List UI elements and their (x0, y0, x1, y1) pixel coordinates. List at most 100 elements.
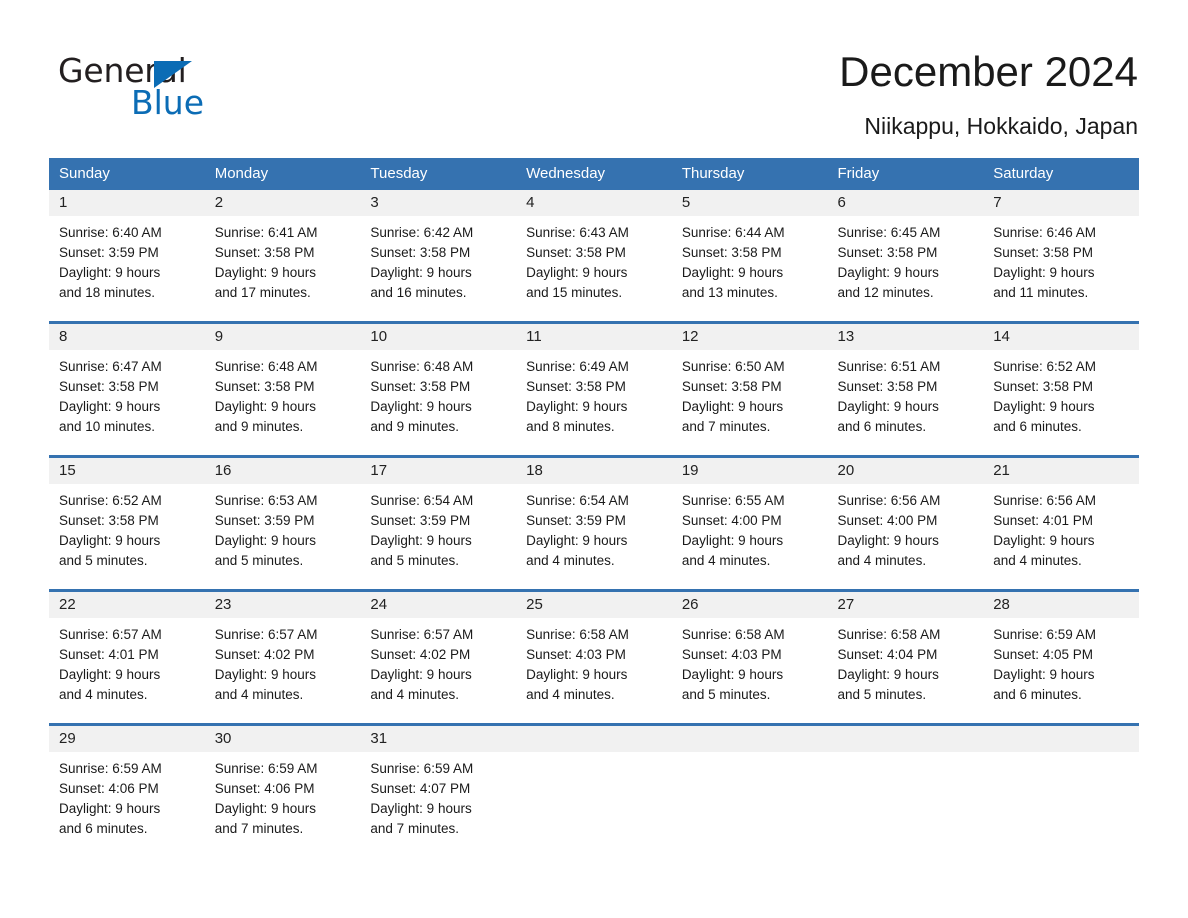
sunrise-text: Sunrise: 6:57 AM (370, 627, 474, 642)
calendar-day-cell[interactable]: 17 Sunrise: 6:54 AM Sunset: 3:59 PM Dayligh… (360, 455, 517, 591)
weekday-header-friday: Friday (827, 158, 984, 190)
calendar-day-cell[interactable]: 31 Sunrise: 6:59 AM Sunset: 4:07 PM Dayligh… (360, 723, 517, 857)
daylight-text-line2: and 4 minutes. (59, 687, 148, 702)
sunset-text: Sunset: 3:58 PM (681, 379, 782, 394)
sunrise-text: Sunrise: 6:41 AM (214, 225, 318, 240)
calendar-day-cell[interactable]: 22 Sunrise: 6:57 AM Sunset: 4:01 PM Dayligh… (49, 589, 205, 725)
daylight-text-line2: and 16 minutes. (370, 285, 467, 300)
daylight-text-line2: and 4 minutes. (370, 687, 459, 702)
sunrise-text: Sunrise: 6:56 AM (837, 493, 941, 508)
sunset-text: Sunset: 3:58 PM (526, 245, 626, 260)
weekday-header-thursday: Thursday (671, 158, 828, 190)
page-title: December 2024 (839, 48, 1138, 95)
sunrise-text: Sunrise: 6:42 AM (370, 225, 474, 240)
sunrise-text: Sunrise: 6:50 AM (681, 359, 785, 374)
daylight-text-line1: Daylight: 9 hours (526, 399, 628, 414)
sunset-text: Sunset: 4:00 PM (837, 513, 938, 528)
calendar-day-cell[interactable]: 11 Sunrise: 6:49 AM Sunset: 3:58 PM Dayligh… (516, 321, 672, 457)
calendar-day-cell[interactable]: 6 Sunrise: 6:45 AM Sunset: 3:58 PM Daylight… (827, 190, 984, 323)
calendar-day-cell[interactable]: 13 Sunrise: 6:51 AM Sunset: 3:58 PM Dayligh… (827, 321, 984, 457)
weekday-header-wednesday: Wednesday (516, 158, 672, 190)
day-number (983, 726, 1139, 752)
sunset-text: Sunset: 3:58 PM (993, 245, 1094, 260)
calendar-day-cell[interactable]: 16 Sunrise: 6:53 AM Sunset: 3:59 PM Dayligh… (204, 455, 361, 591)
daylight-text-line2: and 5 minutes. (214, 553, 304, 568)
calendar-day-cell[interactable]: 4 Sunrise: 6:43 AM Sunset: 3:58 PM Daylight… (516, 190, 672, 323)
generalblue-logo[interactable]: General Blue (58, 52, 358, 124)
calendar-day-cell[interactable]: 3 Sunrise: 6:42 AM Sunset: 3:58 PM Daylight… (360, 190, 517, 323)
calendar-day-cell[interactable]: 24 Sunrise: 6:57 AM Sunset: 4:02 PM Dayligh… (360, 589, 517, 725)
calendar-day-cell-empty (983, 723, 1139, 857)
daylight-text-line1: Daylight: 9 hours (214, 667, 317, 682)
sunrise-text: Sunrise: 6:59 AM (214, 761, 318, 776)
daylight-text-line2: and 12 minutes. (837, 285, 934, 300)
calendar-day-cell[interactable]: 21 Sunrise: 6:56 AM Sunset: 4:01 PM Dayligh… (983, 455, 1139, 591)
sunset-text: Sunset: 3:58 PM (370, 245, 471, 260)
day-number: 26 (671, 592, 828, 618)
sunset-text: Sunset: 3:58 PM (993, 379, 1094, 394)
calendar-day-cell[interactable]: 8 Sunrise: 6:47 AM Sunset: 3:58 PM Daylight… (49, 321, 205, 457)
sunrise-text: Sunrise: 6:58 AM (837, 627, 941, 642)
calendar-day-cell[interactable]: 14 Sunrise: 6:52 AM Sunset: 3:58 PM Dayligh… (983, 321, 1139, 457)
daylight-text-line1: Daylight: 9 hours (59, 667, 161, 682)
day-number: 21 (983, 458, 1139, 484)
sunset-text: Sunset: 3:58 PM (214, 245, 315, 260)
calendar-day-cell[interactable]: 1 Sunrise: 6:40 AM Sunset: 3:59 PM Daylight… (49, 190, 205, 323)
calendar-day-cell[interactable]: 28 Sunrise: 6:59 AM Sunset: 4:05 PM Dayligh… (983, 589, 1139, 725)
weekday-header-saturday: Saturday (983, 158, 1139, 190)
daylight-text-line1: Daylight: 9 hours (993, 399, 1095, 414)
logo-text-blue: Blue (131, 83, 205, 122)
sunset-text: Sunset: 4:05 PM (993, 647, 1094, 662)
calendar-day-cell-empty (827, 723, 984, 857)
daylight-text-line1: Daylight: 9 hours (993, 533, 1095, 548)
sunrise-text: Sunrise: 6:58 AM (681, 627, 785, 642)
sunrise-text: Sunrise: 6:54 AM (526, 493, 629, 508)
sunrise-text: Sunrise: 6:59 AM (993, 627, 1097, 642)
day-number: 30 (204, 726, 361, 752)
calendar-day-cell[interactable]: 29 Sunrise: 6:59 AM Sunset: 4:06 PM Dayligh… (49, 723, 205, 857)
calendar-day-cell[interactable]: 30 Sunrise: 6:59 AM Sunset: 4:06 PM Dayligh… (204, 723, 361, 857)
daylight-text-line2: and 7 minutes. (370, 821, 459, 836)
daylight-text-line2: and 6 minutes. (837, 419, 927, 434)
daylight-text-line1: Daylight: 9 hours (59, 399, 161, 414)
sunrise-text: Sunrise: 6:57 AM (214, 627, 318, 642)
day-number: 29 (49, 726, 205, 752)
day-number: 8 (49, 324, 205, 350)
calendar-day-cell[interactable]: 19 Sunrise: 6:55 AM Sunset: 4:00 PM Dayligh… (671, 455, 828, 591)
page-subtitle-location: Niikappu, Hokkaido, Japan (864, 113, 1138, 139)
daylight-text-line1: Daylight: 9 hours (370, 667, 472, 682)
calendar-day-cell[interactable]: 2 Sunrise: 6:41 AM Sunset: 3:58 PM Daylight… (204, 190, 361, 323)
sunset-text: Sunset: 4:06 PM (59, 781, 159, 796)
calendar-day-cell[interactable]: 18 Sunrise: 6:54 AM Sunset: 3:59 PM Dayligh… (516, 455, 672, 591)
daylight-text-line1: Daylight: 9 hours (837, 533, 939, 548)
calendar-day-cell[interactable]: 15 Sunrise: 6:52 AM Sunset: 3:58 PM Dayligh… (49, 455, 205, 591)
calendar-day-cell[interactable]: 12 Sunrise: 6:50 AM Sunset: 3:58 PM Dayligh… (671, 321, 828, 457)
calendar-day-cell[interactable]: 23 Sunrise: 6:57 AM Sunset: 4:02 PM Dayligh… (204, 589, 361, 725)
calendar-day-cell[interactable]: 5 Sunrise: 6:44 AM Sunset: 3:58 PM Daylight… (671, 190, 828, 323)
daylight-text-line2: and 4 minutes. (526, 687, 615, 702)
calendar-day-cell[interactable]: 20 Sunrise: 6:56 AM Sunset: 4:00 PM Dayligh… (827, 455, 984, 591)
day-number (827, 726, 984, 752)
daylight-text-line1: Daylight: 9 hours (214, 533, 317, 548)
calendar-day-cell[interactable]: 26 Sunrise: 6:58 AM Sunset: 4:03 PM Dayligh… (671, 589, 828, 725)
sunrise-text: Sunrise: 6:51 AM (837, 359, 941, 374)
sunrise-text: Sunrise: 6:49 AM (526, 359, 629, 374)
calendar-day-cell[interactable]: 7 Sunrise: 6:46 AM Sunset: 3:58 PM Daylight… (983, 190, 1139, 323)
calendar-week-row: 22 Sunrise: 6:57 AM Sunset: 4:01 PM Dayligh… (49, 589, 1139, 725)
day-number (671, 726, 828, 752)
calendar-day-cell[interactable]: 10 Sunrise: 6:48 AM Sunset: 3:58 PM Dayligh… (360, 321, 517, 457)
day-number: 24 (360, 592, 517, 618)
daylight-text-line2: and 4 minutes. (526, 553, 615, 568)
sunset-text: Sunset: 3:58 PM (526, 379, 626, 394)
sunrise-text: Sunrise: 6:46 AM (993, 225, 1097, 240)
calendar-week-row: 15 Sunrise: 6:52 AM Sunset: 3:58 PM Dayligh… (49, 455, 1139, 591)
sunset-text: Sunset: 3:58 PM (837, 379, 938, 394)
sunrise-text: Sunrise: 6:54 AM (370, 493, 474, 508)
page-header: General Blue December 2024 Niikappu, Hok… (0, 0, 1188, 155)
daylight-text-line2: and 4 minutes. (681, 553, 771, 568)
calendar-day-cell[interactable]: 9 Sunrise: 6:48 AM Sunset: 3:58 PM Daylight… (204, 321, 361, 457)
calendar-day-cell-empty (516, 723, 672, 857)
weekday-header-monday: Monday (204, 158, 361, 190)
calendar-day-cell[interactable]: 27 Sunrise: 6:58 AM Sunset: 4:04 PM Dayligh… (827, 589, 984, 725)
calendar-day-cell[interactable]: 25 Sunrise: 6:58 AM Sunset: 4:03 PM Dayligh… (516, 589, 672, 725)
